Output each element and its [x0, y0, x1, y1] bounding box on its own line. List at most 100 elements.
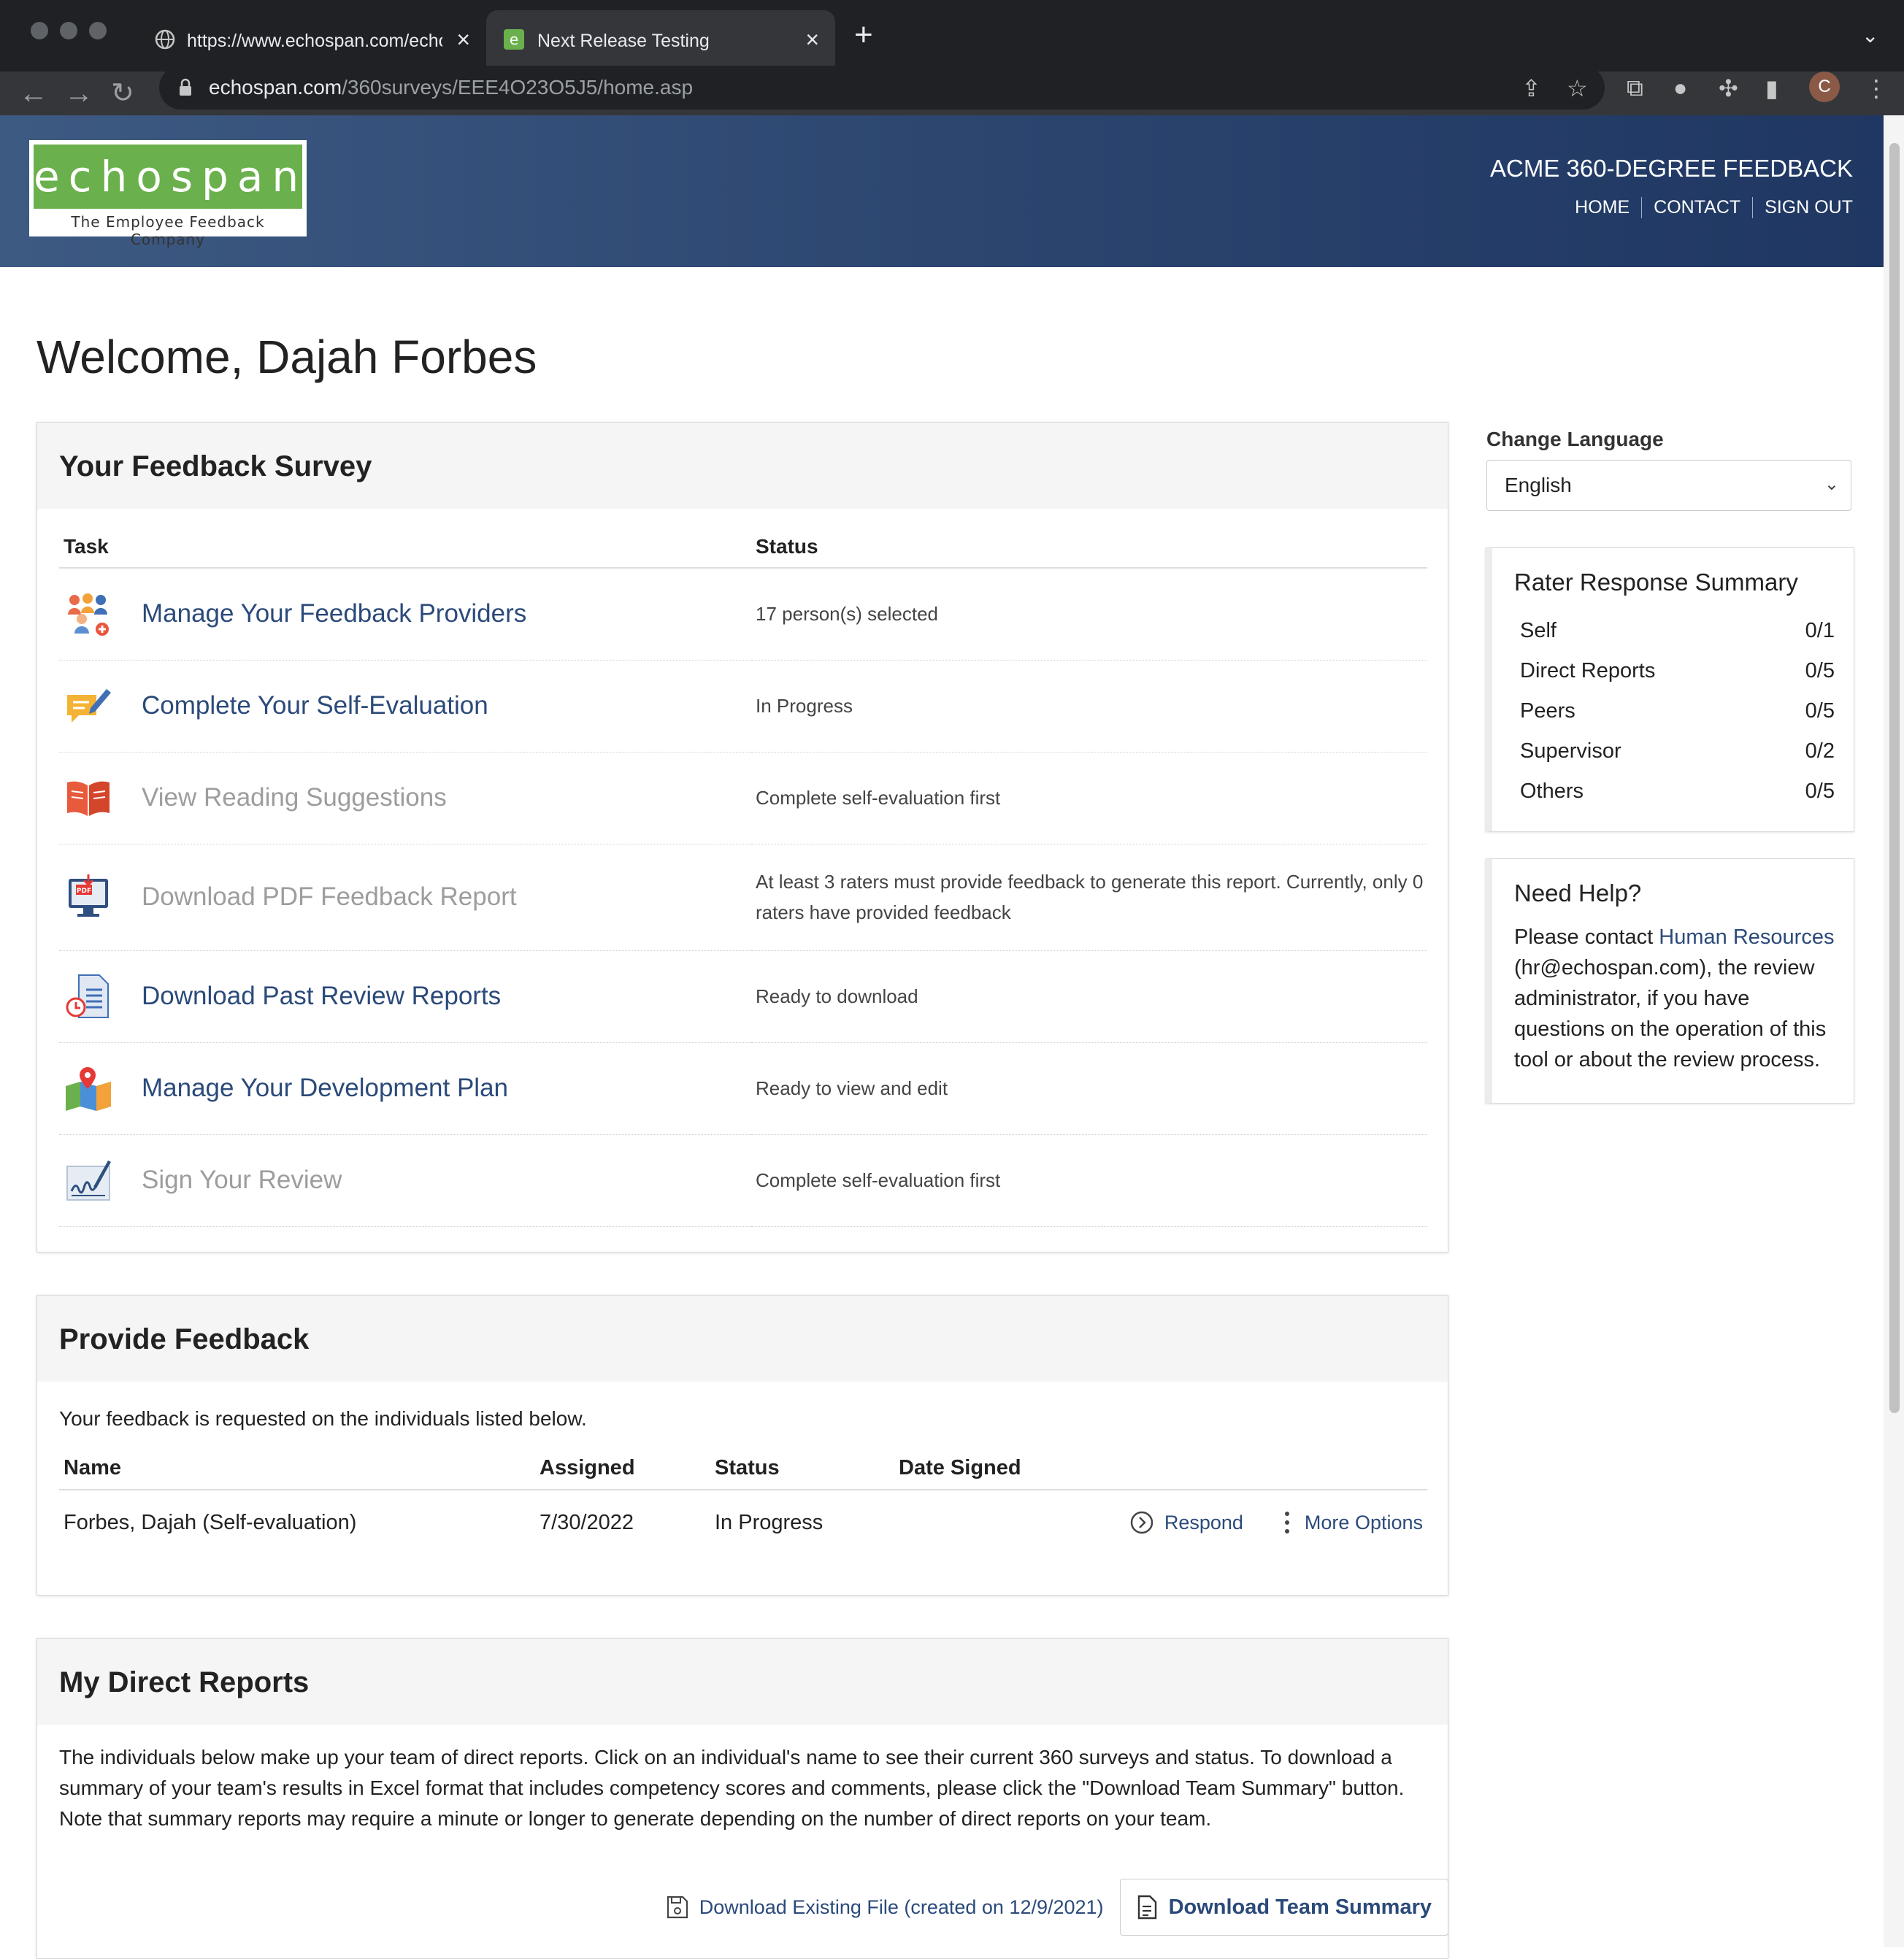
task-link-self-evaluation[interactable]: Complete Your Self-Evaluation	[142, 691, 488, 720]
respond-label: Respond	[1164, 1511, 1243, 1533]
arrow-circle-right-icon	[1130, 1511, 1153, 1534]
help-text-suffix: (hr@echospan.com), the review administra…	[1514, 956, 1827, 1071]
task-link-development-plan[interactable]: Manage Your Development Plan	[142, 1074, 508, 1103]
window-minimize-dot[interactable]	[60, 22, 77, 39]
svg-text:e: e	[510, 31, 518, 48]
logo-tagline: The Employee Feedback Company	[71, 213, 265, 248]
respond-button[interactable]: Respond	[1129, 1510, 1243, 1535]
globe-icon	[155, 29, 175, 50]
task-row: Manage Your Feedback Providers 17 person…	[59, 568, 1427, 661]
nav-contact-link[interactable]: CONTACT	[1641, 197, 1752, 218]
forward-icon[interactable]: →	[64, 74, 93, 112]
url-text: echospan.com/360surveys/EEE4O23O5J5/home…	[209, 76, 693, 99]
chevron-down-icon: ⌄	[1824, 474, 1839, 494]
url-domain: echospan.com	[209, 76, 342, 99]
row-actions: Respond More Options	[1048, 1509, 1423, 1536]
scrollbar-thumb[interactable]	[1889, 143, 1900, 1413]
language-select[interactable]: English ⌄	[1486, 460, 1851, 511]
task-row: Sign Your Review Complete self-evaluatio…	[59, 1134, 1427, 1227]
document-icon	[1137, 1895, 1156, 1920]
cookie-extension-icon[interactable]: ●	[1673, 74, 1687, 101]
task-status: At least 3 raters must provide feedback …	[751, 844, 1427, 951]
rater-group: Others	[1520, 780, 1584, 803]
profile-avatar[interactable]: C	[1809, 72, 1840, 102]
need-help-title: Need Help?	[1514, 880, 1642, 907]
nav-sign-out-link[interactable]: SIGN OUT	[1752, 197, 1853, 218]
url-path: /360surveys/EEE4O23O5J5/home.asp	[342, 76, 694, 99]
rater-group: Supervisor	[1520, 739, 1621, 763]
rater-group: Direct Reports	[1520, 659, 1656, 682]
panel-title: Provide Feedback	[37, 1296, 1448, 1382]
task-link-reading-suggestions: View Reading Suggestions	[142, 783, 447, 812]
download-team-summary-button[interactable]: Download Team Summary	[1119, 1879, 1448, 1936]
date-signed	[894, 1490, 1043, 1536]
back-icon[interactable]: ←	[19, 74, 48, 112]
task-link-pdf-report: Download PDF Feedback Report	[142, 882, 517, 911]
provide-feedback-intro: Your feedback is requested on the indivi…	[59, 1407, 587, 1430]
task-row: Download Past Review Reports Ready to do…	[59, 950, 1427, 1043]
task-status: Ready to view and edit	[751, 1042, 1427, 1135]
ratee-name: Forbes, Dajah (Self-evaluation)	[64, 1510, 357, 1534]
share-icon[interactable]: ⇪	[1521, 74, 1541, 102]
site-header: echospan The Employee Feedback Company A…	[0, 115, 1884, 267]
rater-row: Supervisor 0/2	[1514, 731, 1835, 771]
more-options-button[interactable]: More Options	[1280, 1509, 1423, 1536]
tab-search-chevron-icon[interactable]: ⌄	[1862, 23, 1878, 47]
signature-icon	[66, 1161, 111, 1201]
bookmark-star-icon[interactable]: ☆	[1567, 74, 1588, 102]
reload-icon[interactable]: ↻	[111, 74, 134, 112]
need-help-panel: Need Help? Please contact Human Resource…	[1485, 858, 1854, 1104]
feedback-status: In Progress	[715, 1510, 824, 1534]
browser-menu-icon[interactable]: ⋮	[1865, 74, 1888, 102]
nav-home-link[interactable]: HOME	[1563, 197, 1641, 218]
window-zoom-dot[interactable]	[89, 22, 107, 39]
rater-count: 0/5	[1805, 659, 1835, 682]
rater-row: Peers 0/5	[1514, 691, 1835, 731]
help-text-prefix: Please contact	[1514, 925, 1659, 949]
tab-close-icon[interactable]: ×	[805, 26, 819, 53]
task-status: In Progress	[751, 660, 1427, 753]
address-bar[interactable]: echospan.com/360surveys/EEE4O23O5J5/home…	[159, 66, 1605, 109]
assigned-date: 7/30/2022	[540, 1510, 634, 1534]
download-existing-label: Download Existing File (created on 12/9/…	[699, 1896, 1104, 1918]
tab-title: https://www.echospan.com/echospan/...	[187, 30, 442, 51]
extension-icon[interactable]: ⧉	[1627, 74, 1643, 102]
window-close-dot[interactable]	[31, 22, 48, 39]
puzzle-extensions-icon[interactable]: ✣	[1719, 74, 1738, 102]
column-header-status: Status	[751, 525, 1427, 569]
rater-summary-title: Rater Response Summary	[1514, 569, 1798, 596]
echospan-favicon-icon: e	[504, 29, 524, 50]
task-row: Complete Your Self-Evaluation In Progres…	[59, 660, 1427, 753]
column-header-task: Task	[59, 525, 751, 569]
rater-count: 0/5	[1805, 780, 1835, 803]
browser-tab-inactive[interactable]: https://www.echospan.com/echospan/... ×	[143, 10, 486, 72]
map-pin-icon	[66, 1067, 111, 1111]
welcome-heading: Welcome, Dajah Forbes	[37, 331, 537, 383]
tab-title: Next Release Testing	[537, 30, 710, 51]
task-link-past-reports[interactable]: Download Past Review Reports	[142, 982, 501, 1011]
echospan-logo[interactable]: echospan The Employee Feedback Company	[29, 140, 307, 248]
rater-row: Self 0/1	[1514, 611, 1835, 651]
vertical-dots-icon	[1284, 1512, 1289, 1533]
rater-summary-panel: Rater Response Summary Self 0/1 Direct R…	[1485, 547, 1854, 832]
task-status: Complete self-evaluation first	[751, 752, 1427, 844]
people-add-icon	[68, 593, 109, 636]
lock-icon	[180, 78, 191, 96]
svg-text:PDF: PDF	[77, 888, 91, 895]
download-existing-file-link[interactable]: Download Existing File (created on 12/9/…	[666, 1895, 1104, 1920]
new-tab-icon[interactable]: +	[854, 19, 873, 51]
report-clock-icon	[66, 974, 109, 1018]
task-status: Complete self-evaluation first	[751, 1134, 1427, 1227]
task-link-sign-review: Sign Your Review	[142, 1166, 342, 1194]
feedback-requests-table: Name Assigned Status Date Signed Forbes,…	[59, 1450, 1427, 1536]
tab-close-icon[interactable]: ×	[456, 26, 470, 53]
side-panel-icon[interactable]: ▮	[1765, 74, 1778, 102]
feedback-survey-panel: Your Feedback Survey Task Status Manage …	[37, 422, 1448, 1252]
task-link-manage-providers[interactable]: Manage Your Feedback Providers	[142, 599, 526, 628]
table-row: Forbes, Dajah (Self-evaluation) 7/30/202…	[59, 1490, 1427, 1536]
change-language-label: Change Language	[1486, 428, 1664, 450]
browser-tab-active[interactable]: e Next Release Testing ×	[486, 10, 835, 72]
human-resources-link[interactable]: Human Resources	[1659, 925, 1834, 949]
more-options-label: More Options	[1304, 1511, 1423, 1533]
provide-feedback-panel: Provide Feedback Your feedback is reques…	[37, 1295, 1448, 1596]
